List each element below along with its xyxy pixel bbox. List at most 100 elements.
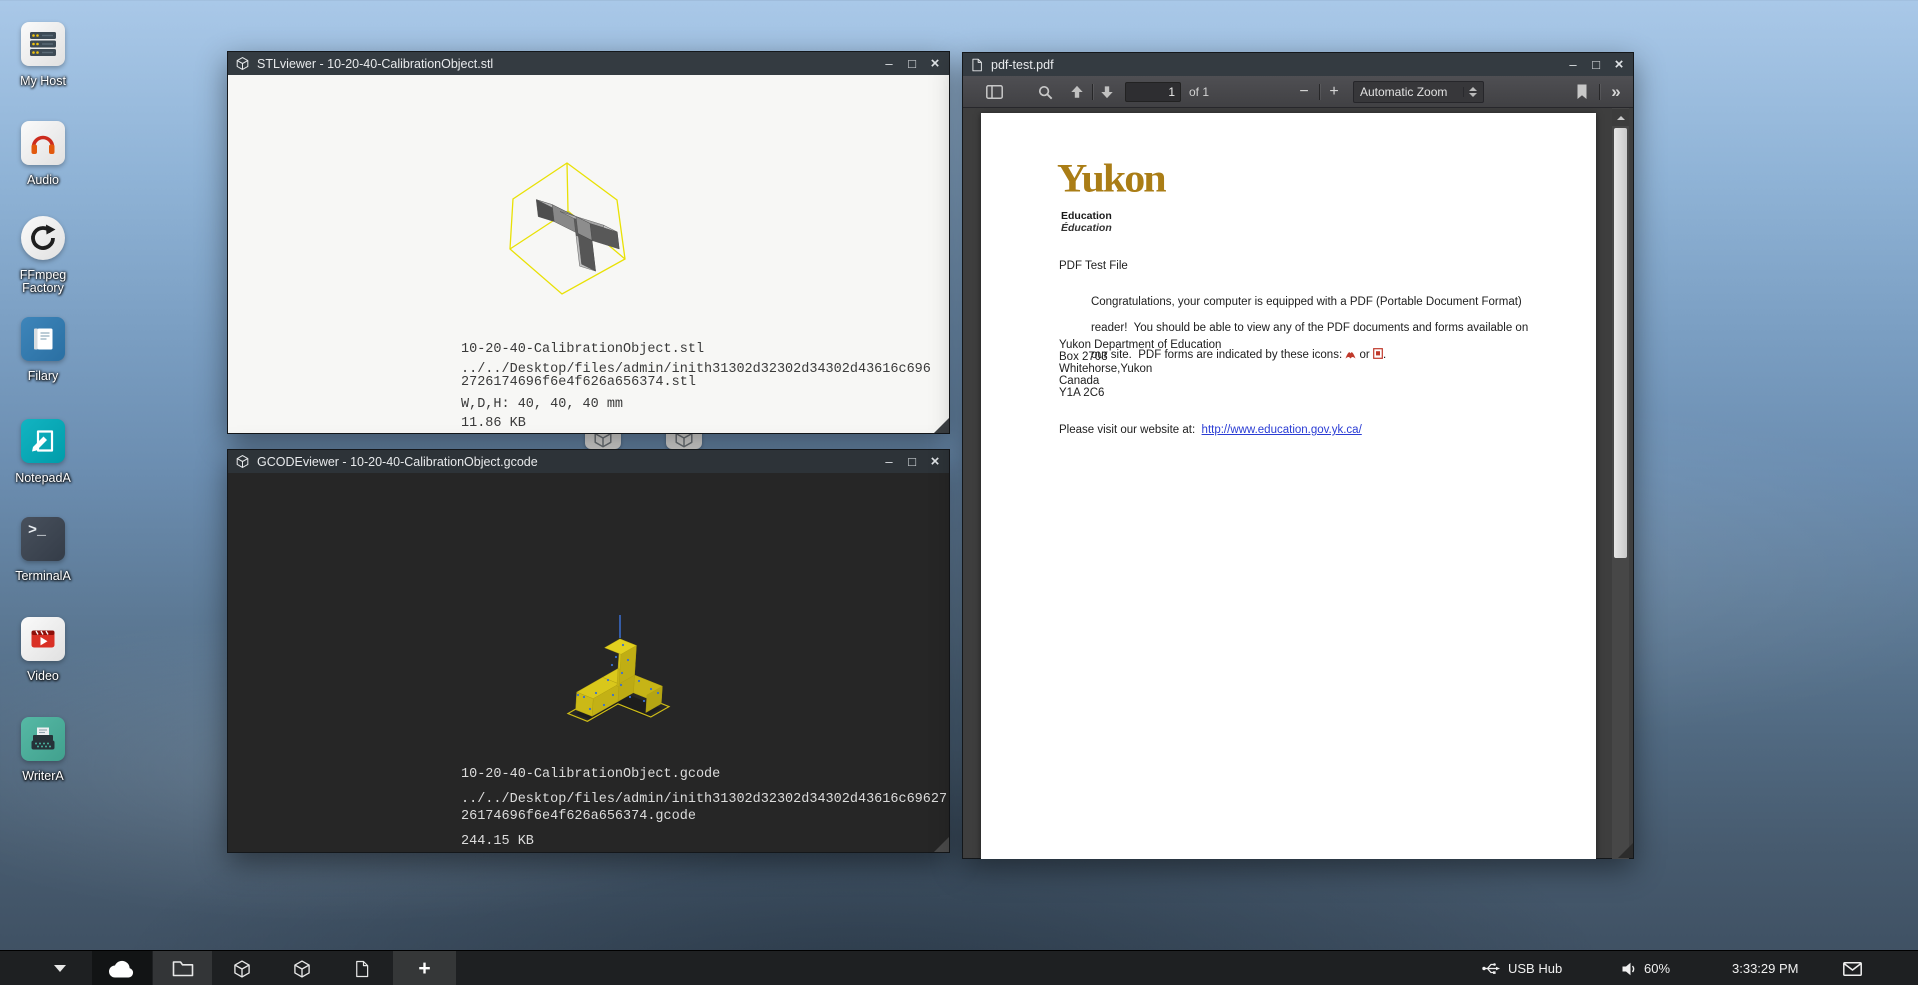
gcode-3d-model[interactable] (518, 585, 718, 755)
minimize-button[interactable]: – (882, 57, 896, 70)
address-block: Yukon Department of Education Box 2703 W… (1059, 339, 1221, 399)
taskbar-pdf-button[interactable] (332, 951, 392, 985)
address-line: Canada (1059, 375, 1221, 387)
calibration-object (536, 200, 619, 272)
usb-label: USB Hub (1508, 961, 1562, 976)
desktop-icon-terminala[interactable]: >_ TerminalA (8, 517, 78, 583)
taskbar-cloud-button[interactable] (92, 951, 152, 985)
close-button[interactable]: × (928, 57, 942, 70)
stlviewer-titlebar[interactable]: STLviewer - 10-20-40-CalibrationObject.s… (228, 52, 949, 75)
video-player-icon (21, 617, 65, 661)
envelope-icon (1843, 962, 1862, 976)
taskbar-stlviewer-button[interactable] (212, 951, 272, 985)
address-line: Whitehorse,Yukon (1059, 363, 1221, 375)
recycle-arrow-icon (21, 216, 65, 260)
taskbar-gcodeviewer-button[interactable] (272, 951, 332, 985)
bookmark-icon[interactable] (1571, 76, 1593, 108)
page-number-input[interactable] (1125, 82, 1181, 102)
minimize-button[interactable]: – (1566, 58, 1580, 71)
speaker-icon (1622, 962, 1637, 976)
typewriter-icon (21, 717, 65, 761)
desktop-icon-audio[interactable]: Audio (8, 121, 78, 187)
next-page-button[interactable] (1095, 76, 1119, 108)
stl-dimensions: W,D,H: 40, 40, 40 mm (461, 398, 931, 412)
logo-education-en: Education (1061, 210, 1112, 222)
desktop-icon-my-host[interactable]: My Host (8, 22, 78, 88)
close-button[interactable]: × (1612, 58, 1626, 71)
resize-grip[interactable] (934, 837, 949, 852)
scrollbar-thumb[interactable] (1614, 128, 1627, 558)
desktop-icon-label: TerminalA (15, 570, 71, 583)
scroll-up-button[interactable] (1612, 109, 1629, 126)
maximize-button[interactable]: □ (905, 455, 919, 468)
zoom-level-value: Automatic Zoom (1360, 85, 1459, 99)
mail-tray-item[interactable] (1843, 951, 1862, 985)
more-tools-button[interactable]: » (1603, 76, 1629, 108)
folder-icon (172, 960, 194, 977)
book-icon (21, 317, 65, 361)
minimize-button[interactable]: – (882, 455, 896, 468)
pdf-page: Yukon Education Éducation PDF Test File … (981, 113, 1596, 859)
desktop-icon-label: FFmpeg Factory (8, 269, 78, 295)
volume-label: 60% (1644, 961, 1670, 976)
desktop-icon-writera[interactable]: WriterA (8, 717, 78, 783)
select-arrows-icon (1463, 87, 1477, 97)
window-title: pdf-test.pdf (991, 58, 1559, 72)
pdf-viewer-window: pdf-test.pdf – □ × of 1 − + Automatic Zo… (962, 52, 1634, 859)
sidebar-toggle-button[interactable] (981, 76, 1007, 108)
gcode-file-info: 10-20-40-CalibrationObject.gcode ../../D… (461, 766, 947, 850)
stl-3d-model[interactable] (481, 131, 681, 321)
address-line: Box 2703 (1059, 351, 1221, 363)
pdf-titlebar[interactable]: pdf-test.pdf – □ × (963, 53, 1633, 76)
website-link[interactable]: http://www.education.gov.yk.ca/ (1202, 424, 1362, 436)
gcode-filename: 10-20-40-CalibrationObject.gcode (461, 766, 947, 783)
gcodeviewer-titlebar[interactable]: GCODEviewer - 10-20-40-CalibrationObject… (228, 450, 949, 473)
stl-file-info: 10-20-40-CalibrationObject.stl ../../Des… (461, 343, 931, 431)
gcodeviewer-window: GCODEviewer - 10-20-40-CalibrationObject… (227, 449, 950, 853)
desktop-icon-label: Video (27, 670, 59, 683)
scrollbar[interactable] (1612, 108, 1629, 859)
close-button[interactable]: × (928, 455, 942, 468)
gcode-path-line2: 26174696f6e4f626a656374.gcode (461, 808, 947, 825)
stl-filesize: 11.86 KB (461, 417, 931, 431)
search-icon[interactable] (1033, 76, 1057, 108)
maximize-button[interactable]: □ (1589, 58, 1603, 71)
usb-tray-item[interactable]: USB Hub (1482, 951, 1562, 985)
doc-heading: PDF Test File (1059, 260, 1128, 272)
previous-page-button[interactable] (1065, 76, 1089, 108)
pdf-file-icon (353, 959, 371, 979)
maximize-button[interactable]: □ (905, 57, 919, 70)
clock[interactable]: 3:33:29 PM (1732, 951, 1799, 985)
acrobat-icon (1345, 349, 1356, 359)
cube-icon (292, 959, 312, 979)
desktop-icon-ffmpeg-factory[interactable]: FFmpeg Factory (8, 216, 78, 295)
server-icon (21, 22, 65, 66)
para-or: or (1356, 349, 1373, 361)
toolbar-separator (1319, 84, 1320, 100)
desktop-icon-label: My Host (20, 75, 66, 88)
stl-filename: 10-20-40-CalibrationObject.stl (461, 343, 931, 357)
zoom-in-button[interactable]: + (1323, 76, 1345, 108)
volume-tray-item[interactable]: 60% (1622, 951, 1670, 985)
window-title: STLviewer - 10-20-40-CalibrationObject.s… (257, 57, 875, 71)
headphones-icon (21, 121, 65, 165)
para-line2: reader! You should be able to view any o… (1091, 322, 1528, 334)
desktop-icon-video[interactable]: Video (8, 617, 78, 683)
para-line1: Congratulations, your computer is equipp… (1091, 296, 1522, 308)
stl-path-line2: 2726174696f6e4f626a656374.stl (461, 376, 931, 390)
stl-path-line1: ../../Desktop/files/admin/inith31302d323… (461, 363, 931, 377)
desktop-icon-label: WriterA (22, 770, 63, 783)
desktop-icon-notepada[interactable]: NotepadA (8, 419, 78, 485)
logo-education-fr: Éducation (1061, 222, 1112, 234)
desktop-icon-filary[interactable]: Filary (8, 317, 78, 383)
zoom-level-select[interactable]: Automatic Zoom (1353, 81, 1484, 103)
terminal-prompt-icon: >_ (21, 517, 65, 561)
taskbar-new-button[interactable]: + (393, 951, 456, 985)
taskbar-menu-button[interactable] (30, 951, 90, 985)
address-line: Yukon Department of Education (1059, 339, 1221, 351)
taskbar-files-button[interactable] (153, 951, 212, 985)
resize-grip[interactable] (934, 418, 949, 433)
resize-grip[interactable] (1618, 843, 1633, 858)
zoom-out-button[interactable]: − (1293, 76, 1315, 108)
website-prefix: Please visit our website at: (1059, 424, 1202, 436)
